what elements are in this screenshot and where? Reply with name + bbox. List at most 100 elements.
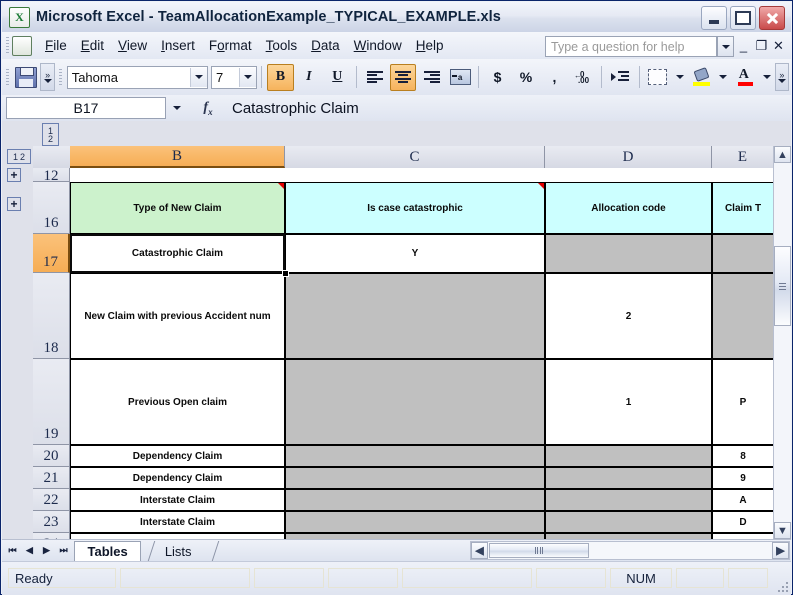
cell-C20[interactable] — [285, 445, 545, 467]
scroll-up-button[interactable]: ▲ — [774, 146, 791, 163]
cell-E18[interactable] — [712, 273, 774, 359]
cell-C18[interactable] — [285, 273, 545, 359]
fill-handle[interactable] — [282, 270, 289, 277]
cell-B18[interactable]: New Claim with previous Accident num — [70, 273, 285, 359]
cell-D22[interactable] — [545, 489, 712, 511]
minimize-button[interactable] — [701, 6, 727, 30]
restore-button[interactable] — [730, 6, 756, 30]
cell-E19[interactable]: P — [712, 359, 774, 445]
cell-D19[interactable]: 1 — [545, 359, 712, 445]
formatting-toolbar-overflow-button[interactable]: » — [775, 63, 789, 91]
menu-item-edit[interactable]: Edit — [74, 36, 111, 55]
font-name-combo[interactable]: Tahoma — [67, 66, 208, 89]
cell-B19[interactable]: Previous Open claim — [70, 359, 285, 445]
font-color-button[interactable]: A — [732, 64, 758, 91]
outline-row-level-1[interactable]: 1 — [13, 153, 18, 161]
standard-toolbar-drag-handle[interactable] — [6, 69, 9, 86]
cell-C17[interactable]: Y — [285, 234, 545, 273]
cell-C16[interactable]: Is case catastrophic — [285, 182, 545, 234]
close-button[interactable] — [759, 6, 785, 30]
cell-D16[interactable]: Allocation code — [545, 182, 712, 234]
formula-input[interactable]: Catastrophic Claim — [228, 97, 791, 119]
cell-E17[interactable] — [712, 234, 774, 273]
cell-B21[interactable]: Dependency Claim — [70, 467, 285, 489]
help-dropdown-button[interactable] — [717, 36, 734, 57]
horizontal-scrollbar-thumb[interactable] — [489, 543, 589, 558]
row-header-17[interactable]: 17 — [33, 234, 70, 273]
menu-item-file[interactable]: File — [38, 36, 74, 55]
cell-C12[interactable] — [285, 168, 545, 182]
bold-button[interactable]: B — [267, 64, 293, 91]
cell-D17[interactable] — [545, 234, 712, 273]
cell-E20[interactable]: 8 — [712, 445, 774, 467]
row-header-20[interactable]: 20 — [33, 445, 70, 467]
column-header-C[interactable]: C — [285, 146, 545, 168]
next-sheet-button[interactable]: ▶ — [38, 542, 55, 559]
font-name-dropdown-icon[interactable] — [190, 68, 207, 87]
align-center-button[interactable] — [390, 64, 416, 91]
select-all-button[interactable] — [33, 146, 71, 169]
previous-sheet-button[interactable]: ◀ — [21, 542, 38, 559]
outline-col-level-2[interactable]: 2 — [48, 135, 53, 143]
cell-B16[interactable]: Type of New Claim — [70, 182, 285, 234]
row-header-19[interactable]: 19 — [33, 359, 70, 445]
scroll-down-button[interactable]: ▼ — [774, 522, 791, 539]
borders-dropdown-button[interactable] — [673, 64, 686, 91]
first-sheet-button[interactable]: ⏮ — [4, 542, 21, 559]
cell-B12[interactable] — [70, 168, 285, 182]
cell-D23[interactable] — [545, 511, 712, 533]
cell-E22[interactable]: A — [712, 489, 774, 511]
insert-function-button[interactable]: fx — [188, 98, 228, 118]
name-box-dropdown-button[interactable] — [166, 98, 188, 118]
cell-D12[interactable] — [545, 168, 712, 182]
font-size-combo[interactable]: 7 — [211, 66, 257, 89]
align-left-button[interactable] — [361, 64, 387, 91]
formatting-toolbar-drag-handle[interactable] — [59, 69, 62, 86]
help-question-box[interactable]: Type a question for help — [545, 36, 717, 57]
menu-item-data[interactable]: Data — [304, 36, 347, 55]
cell-D18[interactable]: 2 — [545, 273, 712, 359]
cell-E21[interactable]: 9 — [712, 467, 774, 489]
cell-E16[interactable]: Claim T — [712, 182, 774, 234]
workbook-restore-button[interactable]: ❐ — [754, 36, 769, 55]
menu-item-window[interactable]: Window — [347, 36, 409, 55]
outline-row-level-2[interactable]: 2 — [20, 153, 25, 161]
column-header-D[interactable]: D — [545, 146, 712, 168]
name-box[interactable]: B17 — [6, 97, 166, 119]
vertical-scrollbar[interactable]: ▲ ▼ — [773, 146, 791, 539]
outline-row-level-buttons[interactable]: 1 2 — [7, 149, 31, 164]
cell-B17[interactable]: Catastrophic Claim — [70, 234, 285, 273]
row-header-22[interactable]: 22 — [33, 489, 70, 511]
menu-drag-handle[interactable] — [6, 37, 9, 54]
row-header-12[interactable]: 12 — [33, 168, 70, 182]
menu-item-view[interactable]: View — [111, 36, 154, 55]
save-button[interactable] — [13, 64, 39, 91]
column-header-E[interactable]: E — [712, 146, 774, 168]
currency-button[interactable]: $ — [484, 64, 510, 91]
cell-B23[interactable]: Interstate Claim — [70, 511, 285, 533]
align-right-button[interactable] — [418, 64, 444, 91]
italic-button[interactable]: I — [296, 64, 322, 91]
cell-E12[interactable] — [712, 168, 774, 182]
outline-expand-button-2[interactable]: + — [7, 197, 21, 211]
standard-toolbar-overflow-button[interactable]: » — [40, 63, 54, 91]
decrease-decimal-button[interactable]: ←0.00 — [570, 64, 596, 91]
percent-button[interactable]: % — [513, 64, 539, 91]
row-header-16[interactable]: 16 — [33, 182, 70, 234]
row-header-23[interactable]: 23 — [33, 511, 70, 533]
increase-indent-button[interactable] — [607, 64, 633, 91]
vertical-scrollbar-thumb[interactable] — [774, 246, 791, 326]
horizontal-scrollbar[interactable]: ◀ ▶ — [470, 541, 790, 560]
menu-item-format[interactable]: Format — [202, 36, 259, 55]
cell-C19[interactable] — [285, 359, 545, 445]
menu-item-help[interactable]: Help — [409, 36, 451, 55]
cell-B20[interactable]: Dependency Claim — [70, 445, 285, 467]
comma-style-button[interactable]: , — [541, 64, 567, 91]
workbook-icon[interactable] — [12, 36, 32, 56]
menu-item-tools[interactable]: Tools — [259, 36, 305, 55]
sheet-tab-tables[interactable]: Tables — [74, 541, 141, 561]
cell-E23[interactable]: D — [712, 511, 774, 533]
merge-and-center-button[interactable]: a — [447, 64, 473, 91]
scroll-right-button[interactable]: ▶ — [772, 542, 789, 559]
underline-button[interactable]: U — [324, 64, 350, 91]
